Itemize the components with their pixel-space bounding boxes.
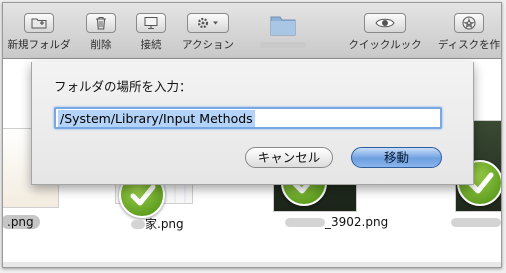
connect-label: 接続 — [140, 39, 162, 51]
blurred-name-part — [451, 218, 501, 227]
file-name-text: 家.png — [145, 217, 184, 231]
quick-look-button[interactable]: クイックルック — [345, 13, 425, 52]
file-name[interactable]: _3902.png — [285, 215, 388, 229]
file-name[interactable] — [451, 215, 501, 229]
folder-path-input[interactable]: /System/Library/Input Methods — [54, 107, 442, 129]
quick-look-label: クイックルック — [348, 39, 422, 51]
cancel-button[interactable]: キャンセル — [245, 147, 333, 168]
burn-disc-icon — [454, 13, 484, 33]
gear-icon — [187, 13, 229, 33]
blurred-name-part — [285, 218, 325, 227]
new-folder-button[interactable]: 新規フォルダ — [5, 13, 73, 52]
delete-label: 削除 — [90, 39, 112, 51]
move-button[interactable]: 移動 — [351, 147, 442, 168]
action-label: アクション — [182, 39, 234, 51]
delete-button[interactable]: 削除 — [81, 13, 121, 52]
file-name-selected[interactable]: .png — [3, 215, 40, 229]
burn-disc-button[interactable]: ディスクを作 — [429, 13, 501, 52]
window-bottom-edge — [3, 262, 501, 267]
file-name-text: _3902.png — [325, 215, 389, 229]
path-folder-item[interactable] — [253, 13, 313, 51]
connect-button[interactable]: 接続 — [131, 13, 171, 52]
action-button[interactable]: アクション — [176, 13, 240, 52]
connect-icon — [136, 13, 166, 33]
burn-disc-label: ディスクを作 — [437, 39, 501, 51]
blurred-label — [260, 42, 306, 48]
dialog-prompt: フォルダの場所を入力： — [54, 79, 192, 94]
toolbar: 新規フォルダ 削除 接続 アクション クイックルック ディスクを作 — [3, 3, 501, 59]
blurred-name-part — [131, 220, 145, 229]
finder-window: 新規フォルダ 削除 接続 アクション クイックルック ディスクを作 .png 家… — [2, 2, 502, 268]
new-folder-label: 新規フォルダ — [7, 39, 71, 51]
go-to-folder-sheet: フォルダの場所を入力： /System/Library/Input Method… — [31, 62, 474, 185]
trash-icon — [86, 13, 116, 33]
eye-icon — [364, 13, 406, 33]
file-name[interactable]: 家.png — [131, 215, 184, 232]
new-folder-icon — [24, 13, 54, 33]
folder-path-value: /System/Library/Input Methods — [58, 110, 255, 127]
folder-icon — [269, 13, 297, 37]
